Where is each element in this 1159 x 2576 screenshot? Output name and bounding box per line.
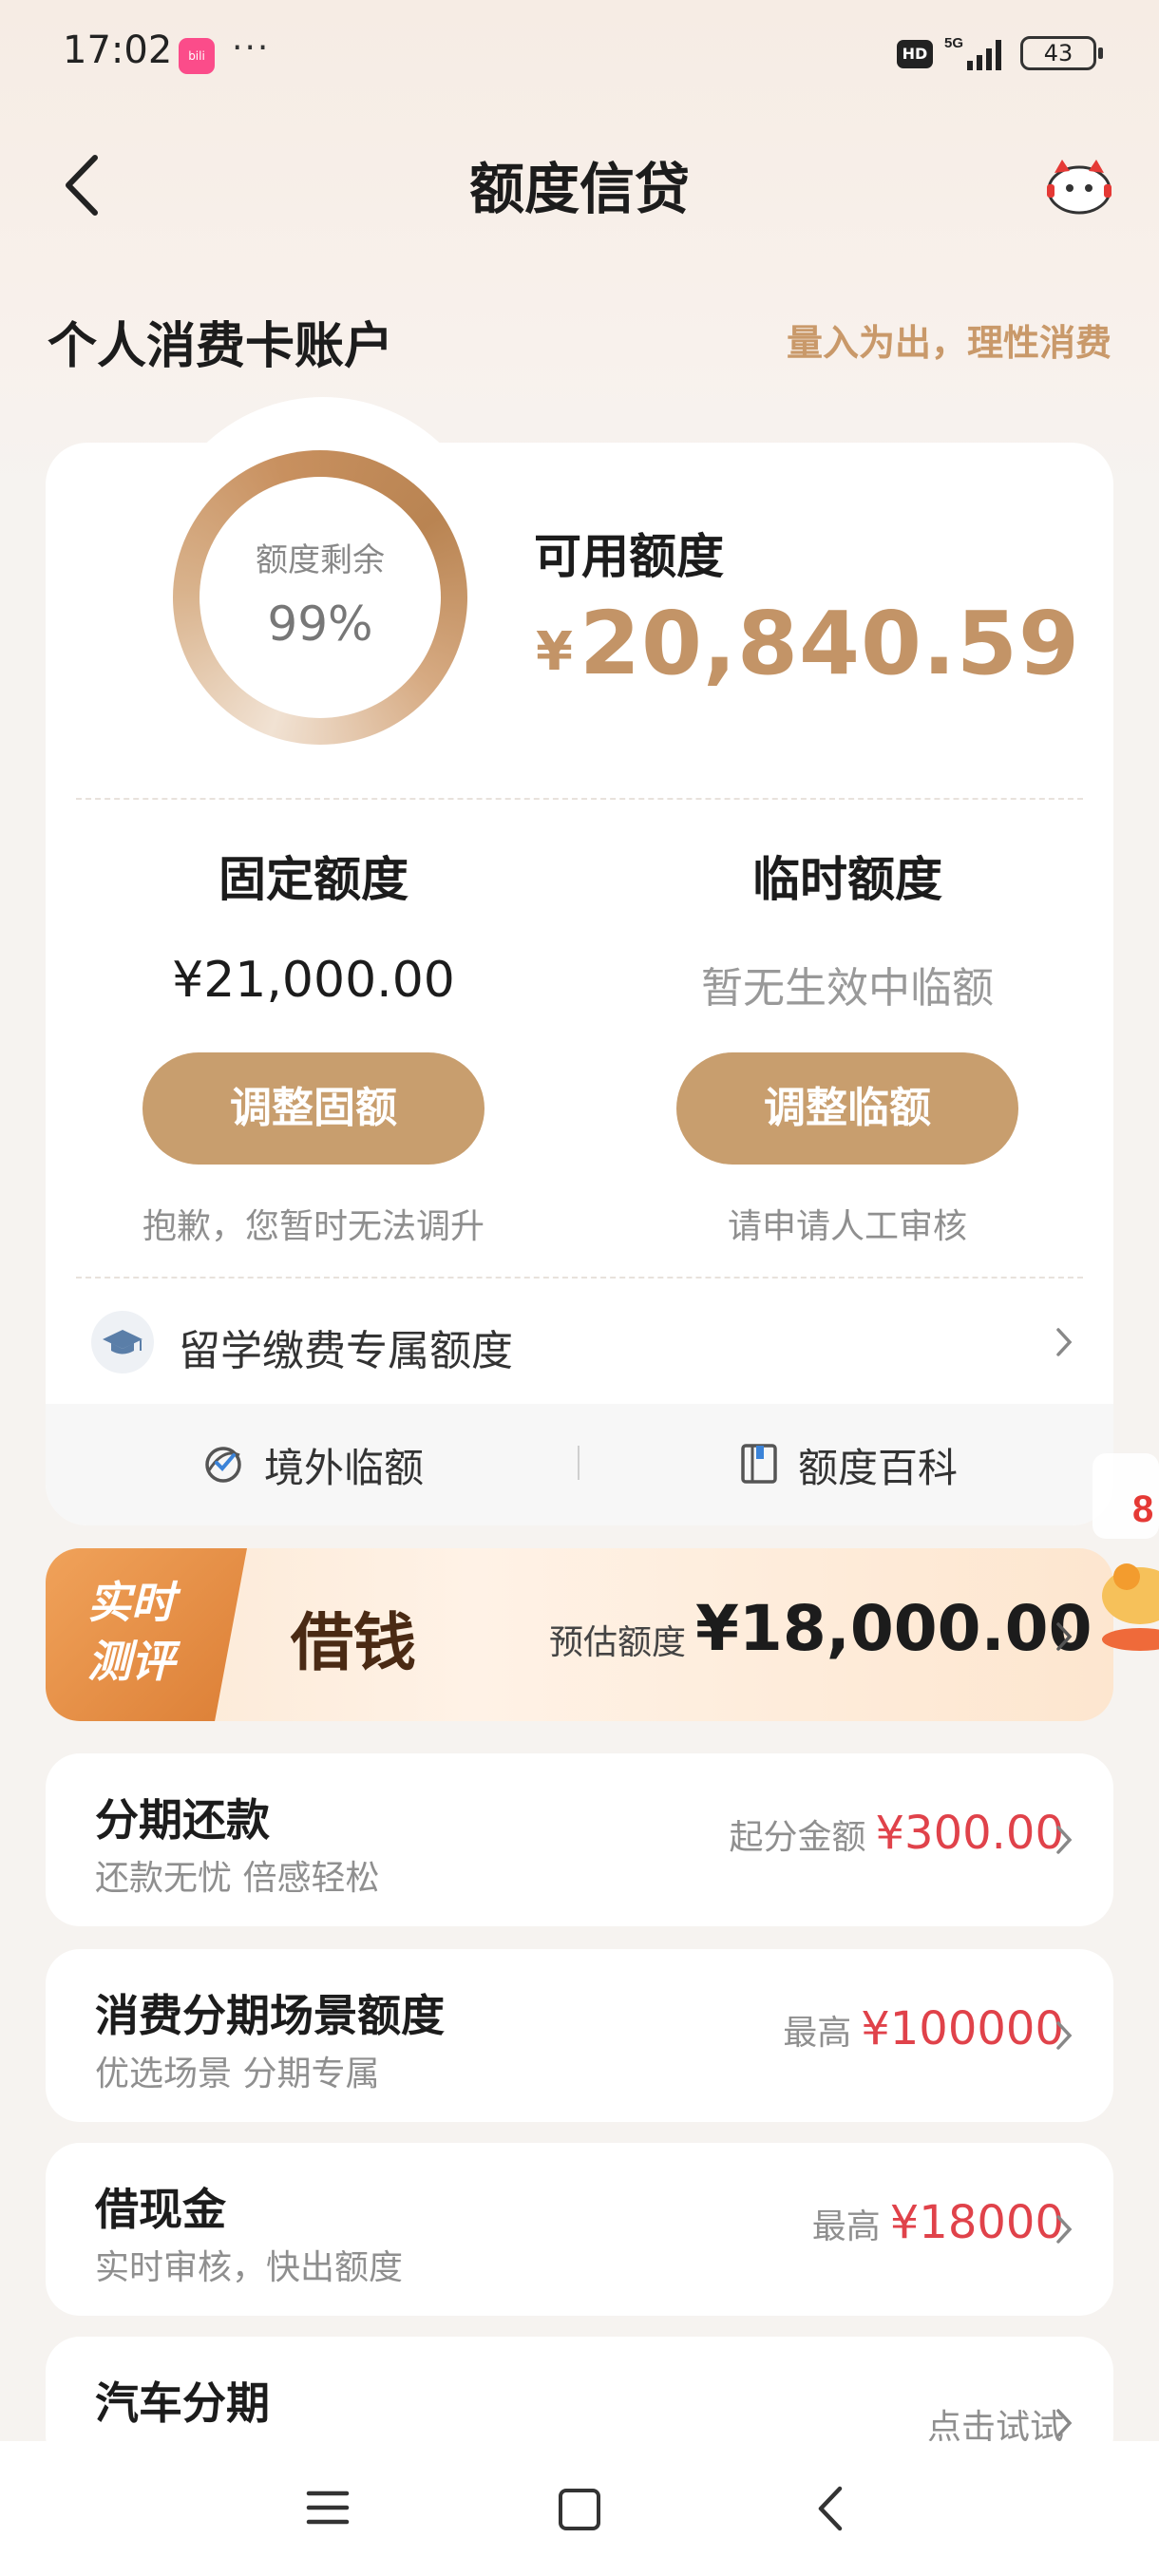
available-amount: ¥20,840.59 — [536, 593, 1080, 694]
realtime-evaluation-label: 实时测评 — [87, 1577, 175, 1687]
car-installment-title: 汽车分期 — [95, 2377, 270, 2429]
adjust-temporary-button[interactable]: 调整临额 — [676, 1052, 1018, 1165]
consumer-installment-right: 最高 ¥100000 — [783, 2002, 1064, 2055]
available-label: 可用额度 — [534, 529, 724, 584]
temporary-limit-note: 请申请人工审核 — [727, 1207, 967, 1246]
network-label: 5G — [944, 35, 963, 51]
more-notifications-icon: ··· — [232, 28, 271, 67]
cash-loan-right: 最高 ¥18000 — [812, 2196, 1064, 2249]
divider — [76, 1277, 1083, 1279]
available-value: 20,840.59 — [579, 593, 1080, 694]
study-abroad-limit-link[interactable]: 留学缴费专属额度 — [179, 1316, 513, 1377]
ring-label: 额度剩余 — [256, 541, 385, 579]
graduation-cap-icon — [91, 1311, 154, 1373]
max-label: 最高 — [811, 2207, 881, 2246]
currency-symbol: ¥ — [536, 621, 574, 683]
installment-repay-right: 起分金额 ¥300.00 — [729, 1807, 1064, 1860]
fixed-limit-note: 抱歉，您暂时无法调升 — [142, 1207, 484, 1246]
section-title: 个人消费卡账户 — [48, 318, 394, 375]
chevron-right-icon — [1056, 1622, 1073, 1651]
max-label: 最高 — [783, 2014, 852, 2053]
bilibili-app-icon: bili — [179, 38, 215, 74]
min-amount-label: 起分金额 — [729, 1818, 866, 1857]
hd-icon: HD — [897, 40, 933, 68]
chevron-right-icon — [1056, 1826, 1073, 1854]
page-title: 额度信贷 — [468, 157, 690, 221]
slogan: 量入为出，理性消费 — [786, 322, 1112, 364]
consumer-installment-subtitle: 优选场景 分期专属 — [95, 2055, 380, 2093]
system-back-icon[interactable] — [815, 2485, 846, 2532]
menu-icon[interactable] — [306, 2489, 350, 2527]
overseas-limit-icon — [205, 1447, 241, 1483]
temporary-limit-value: 暂无生效中临额 — [701, 964, 994, 1013]
limit-encyclopedia-link[interactable]: 额度百科 — [798, 1436, 958, 1494]
chevron-right-icon — [1056, 2021, 1073, 2050]
cash-loan-title: 借现金 — [95, 2184, 226, 2235]
chevron-right-icon — [1056, 2215, 1073, 2244]
estimate-value: ¥18,000.00 — [695, 1592, 1092, 1665]
home-icon[interactable] — [559, 2489, 600, 2530]
borrow-money-title: 借钱 — [291, 1605, 416, 1679]
max-value: ¥18000 — [889, 2196, 1064, 2249]
overseas-limit-link[interactable]: 境外临额 — [264, 1436, 424, 1494]
book-icon — [741, 1444, 777, 1484]
max-value: ¥100000 — [861, 2002, 1064, 2055]
signal-icon: 5G — [944, 35, 1001, 70]
temporary-limit-title: 临时额度 — [752, 852, 942, 907]
status-time: 17:02 — [63, 28, 173, 72]
installment-repay-title: 分期还款 — [95, 1794, 270, 1846]
footer-divider — [578, 1446, 580, 1480]
divider — [76, 798, 1083, 800]
battery-icon: 43 — [1020, 36, 1103, 70]
chevron-right-icon — [1056, 2409, 1073, 2437]
estimate-label: 预估额度 — [549, 1623, 687, 1662]
consumer-installment-title: 消费分期场景额度 — [95, 1990, 445, 2041]
floating-coin-bag-icon[interactable]: 8 — [1074, 1453, 1159, 1662]
installment-repay-subtitle: 还款无忧 倍感轻松 — [95, 1859, 380, 1898]
adjust-fixed-button[interactable]: 调整固额 — [142, 1052, 484, 1165]
fixed-limit-title: 固定额度 — [218, 852, 408, 907]
chevron-right-icon — [1056, 1328, 1073, 1356]
cash-loan-subtitle: 实时审核，快出额度 — [95, 2248, 404, 2287]
mascot-service-icon[interactable] — [1041, 152, 1117, 218]
svg-text:8: 8 — [1132, 1488, 1153, 1530]
ring-value: 99% — [267, 597, 373, 652]
status-bar: 17:02 bili ··· HD 5G 43 — [0, 0, 1159, 114]
min-amount-value: ¥300.00 — [875, 1807, 1065, 1860]
fixed-limit-value: ¥21,000.00 — [172, 952, 455, 1009]
